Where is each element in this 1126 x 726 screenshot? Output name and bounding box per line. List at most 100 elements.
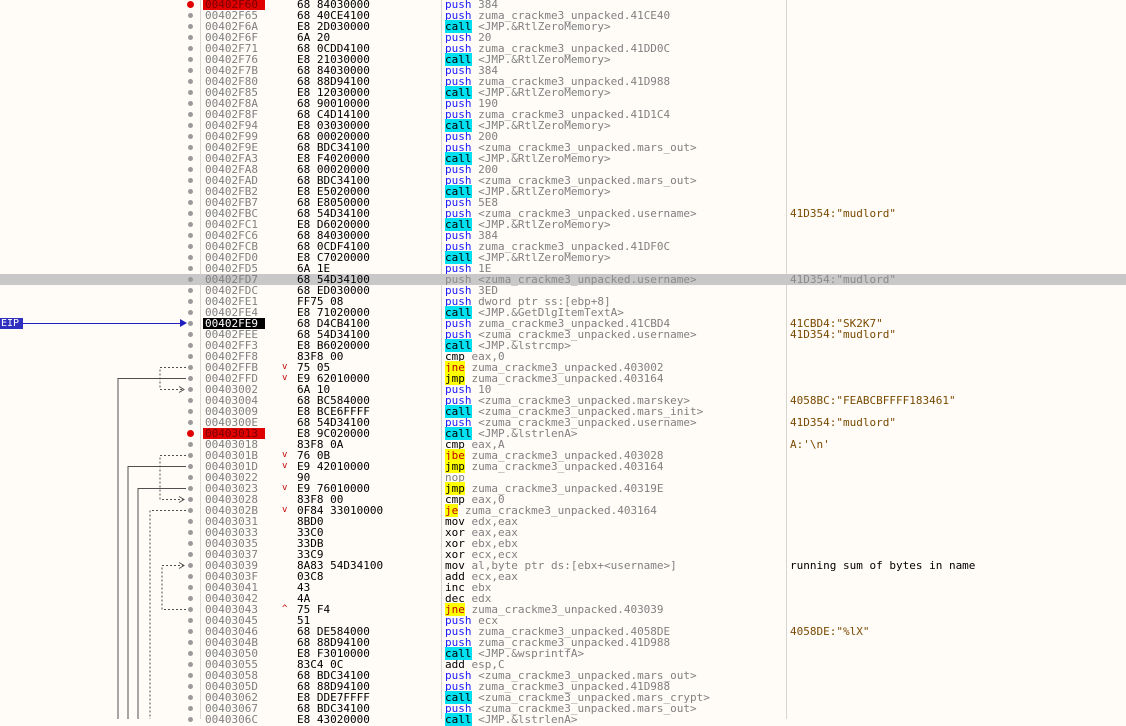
breakpoint-dot[interactable] xyxy=(188,519,193,524)
breakpoint-dot[interactable] xyxy=(188,717,193,722)
instruction-row[interactable]: 00403023 v E9 76010000 jmp zuma_crackme3_un… xyxy=(0,482,1126,495)
breakpoint-dot[interactable] xyxy=(188,706,193,711)
instruction-row[interactable]: 00402FF3 E8 B6020000 call <JMP.&lstrcmp> xyxy=(0,339,1126,352)
eip-arrow-head xyxy=(180,319,187,327)
breakpoint-dot[interactable] xyxy=(188,68,193,73)
breakpoint-dot[interactable] xyxy=(188,497,193,502)
breakpoint-dot[interactable] xyxy=(188,79,193,84)
breakpoint-dot[interactable] xyxy=(188,24,193,29)
breakpoint-dot[interactable] xyxy=(188,673,193,678)
breakpoint-dot[interactable] xyxy=(188,244,193,249)
breakpoint-dot[interactable] xyxy=(188,651,193,656)
instruction-row[interactable]: 00402FD0 E8 C7020000 call <JMP.&RtlZeroMem… xyxy=(0,251,1126,264)
breakpoint-dot[interactable] xyxy=(188,211,193,216)
breakpoint-dot[interactable] xyxy=(188,684,193,689)
instruction-row[interactable]: 00402FFD v E9 62010000 jmp zuma_crackme3_un… xyxy=(0,372,1126,385)
breakpoint-dot[interactable] xyxy=(188,310,193,315)
instruction-row[interactable]: 00403033 33C0 xor eax,eax xyxy=(0,527,1126,538)
instruction-row[interactable]: 00402FB2 E8 E5020000 call <JMP.&RtlZeroMem… xyxy=(0,185,1126,198)
breakpoint-dot[interactable] xyxy=(188,475,193,480)
breakpoint-dot[interactable] xyxy=(188,552,193,557)
breakpoint-dot[interactable] xyxy=(188,486,193,491)
instruction-row[interactable]: 00402FD7 68 54D34100 push <zuma_crackme3_u… xyxy=(0,274,1126,285)
breakpoint-dot[interactable] xyxy=(188,46,193,51)
breakpoint-dot[interactable] xyxy=(188,354,193,359)
breakpoint-dot[interactable] xyxy=(188,35,193,40)
breakpoint-dot[interactable] xyxy=(188,277,193,282)
breakpoint-dot[interactable] xyxy=(188,266,193,271)
breakpoint-dot[interactable] xyxy=(188,453,193,458)
breakpoint-dot[interactable] xyxy=(188,409,193,414)
breakpoint-dot[interactable] xyxy=(188,563,193,568)
instruction-row[interactable]: 00403043 ^ 75 F4 jne zuma_crackme3_unpacked… xyxy=(0,603,1126,616)
breakpoint-dot[interactable] xyxy=(188,321,193,326)
breakpoint-dot[interactable] xyxy=(188,156,193,161)
breakpoint-dot[interactable] xyxy=(188,420,193,425)
breakpoint-dot[interactable] xyxy=(188,90,193,95)
comment: 41D354:"mudlord" xyxy=(790,328,896,341)
breakpoint-dot[interactable] xyxy=(188,695,193,700)
breakpoint-dot[interactable] xyxy=(188,387,193,392)
instruction-row[interactable]: 00403031 8BD0 mov edx,eax xyxy=(0,516,1126,527)
instruction-row[interactable]: 0040301D v E9 42010000 jmp zuma_crackme3_un… xyxy=(0,460,1126,473)
breakpoint-dot[interactable] xyxy=(188,530,193,535)
breakpoint-dot[interactable] xyxy=(188,585,193,590)
operands: <JMP.&lstrlenA> xyxy=(478,713,578,726)
mnemonic: call xyxy=(445,713,472,726)
instruction-row[interactable]: 00403039 8A83 54D34100 mov al,byte ptr ds:… xyxy=(0,560,1126,571)
breakpoint-dot[interactable] xyxy=(188,101,193,106)
breakpoint-dot[interactable] xyxy=(188,607,193,612)
instruction-row[interactable]: 00402FC1 E8 D6020000 call <JMP.&RtlZeroMem… xyxy=(0,218,1126,231)
disassembly-pane[interactable]: 00402F60 68 84030000 push 384 00402F65 68 40… xyxy=(0,0,1126,726)
breakpoint-dot[interactable] xyxy=(188,299,193,304)
breakpoint-dot[interactable] xyxy=(188,508,193,513)
breakpoint-dot[interactable] xyxy=(187,1,194,8)
breakpoint-dot[interactable] xyxy=(188,112,193,117)
instruction-row[interactable]: 00402FA3 E8 F4020000 call <JMP.&RtlZeroMem… xyxy=(0,152,1126,165)
breakpoint-dot[interactable] xyxy=(188,596,193,601)
comment: 41D354:"mudlord" xyxy=(790,207,896,220)
instruction-row[interactable]: 00402F85 E8 12030000 call <JMP.&RtlZeroMem… xyxy=(0,86,1126,99)
breakpoint-dot[interactable] xyxy=(188,376,193,381)
instruction-row[interactable]: 0040302B v 0F84 33010000 je zuma_crackme3_u… xyxy=(0,504,1126,517)
jump-up-icon: ^ xyxy=(282,604,288,614)
breakpoint-dot[interactable] xyxy=(188,57,193,62)
instruction-row[interactable]: 00403041 43 inc ebx xyxy=(0,582,1126,593)
breakpoint-dot[interactable] xyxy=(188,288,193,293)
breakpoint-dot[interactable] xyxy=(188,332,193,337)
comment: A:'\n' xyxy=(790,438,830,451)
breakpoint-dot[interactable] xyxy=(187,430,194,437)
breakpoint-dot[interactable] xyxy=(188,123,193,128)
instruction-row[interactable]: 00403035 33DB xor ebx,ebx xyxy=(0,538,1126,549)
breakpoint-dot[interactable] xyxy=(188,13,193,18)
breakpoint-dot[interactable] xyxy=(188,134,193,139)
breakpoint-dot[interactable] xyxy=(188,233,193,238)
comment: running sum of bytes in name xyxy=(790,559,976,572)
breakpoint-dot[interactable] xyxy=(188,442,193,447)
instruction-row[interactable]: 00402F94 E8 03030000 call <JMP.&RtlZeroMem… xyxy=(0,119,1126,132)
breakpoint-dot[interactable] xyxy=(188,255,193,260)
breakpoint-dot[interactable] xyxy=(188,574,193,579)
breakpoint-dot[interactable] xyxy=(188,618,193,623)
breakpoint-dot[interactable] xyxy=(188,200,193,205)
instruction-row[interactable]: 00402F76 E8 21030000 call <JMP.&RtlZeroMem… xyxy=(0,53,1126,66)
breakpoint-dot[interactable] xyxy=(188,365,193,370)
disassembly: call <JMP.&lstrlenA> xyxy=(445,713,578,726)
breakpoint-dot[interactable] xyxy=(188,189,193,194)
breakpoint-dot[interactable] xyxy=(188,662,193,667)
breakpoint-dot[interactable] xyxy=(188,167,193,172)
instruction-row[interactable]: 0040303F 03C8 add ecx,eax xyxy=(0,571,1126,582)
breakpoint-dot[interactable] xyxy=(188,541,193,546)
breakpoint-dot[interactable] xyxy=(188,343,193,348)
breakpoint-dot[interactable] xyxy=(188,222,193,227)
breakpoint-dot[interactable] xyxy=(188,464,193,469)
breakpoint-dot[interactable] xyxy=(188,145,193,150)
breakpoint-dot[interactable] xyxy=(188,398,193,403)
instruction-row[interactable]: 00403050 E8 F3010000 call <JMP.&wsprintfA> xyxy=(0,647,1126,660)
breakpoint-dot[interactable] xyxy=(188,178,193,183)
instruction-row[interactable]: 00403013 E8 9C020000 call <JMP.&lstrlenA> xyxy=(0,427,1126,440)
instruction-row[interactable]: 0040306C E8 43020000 call <JMP.&lstrlenA> xyxy=(0,713,1126,726)
instruction-row[interactable]: 00402F6A E8 2D030000 call <JMP.&RtlZeroMem… xyxy=(0,20,1126,33)
breakpoint-dot[interactable] xyxy=(188,629,193,634)
breakpoint-dot[interactable] xyxy=(188,640,193,645)
